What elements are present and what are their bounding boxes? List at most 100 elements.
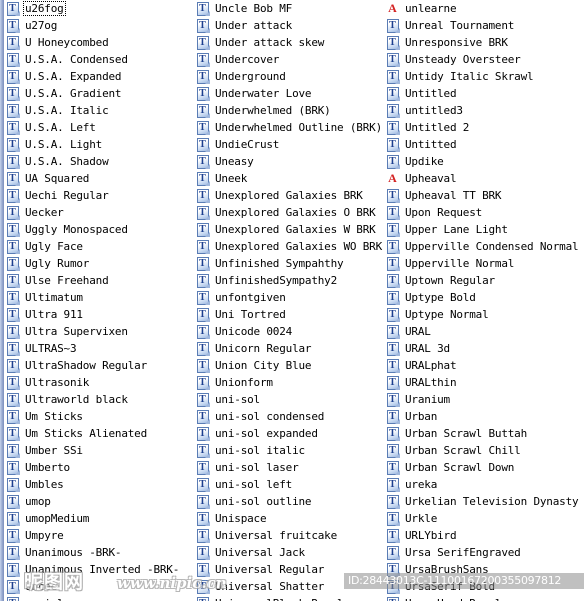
font-list-item[interactable]: T Urban Scrawl Down — [384, 459, 580, 476]
font-list-item[interactable]: T Um Sticks Alienated — [4, 425, 194, 442]
font-list-item[interactable]: Tuni-sol italic — [194, 442, 384, 459]
font-list-item[interactable]: T Umbles — [4, 476, 194, 493]
font-list-item[interactable]: T Uptype Normal — [384, 306, 580, 323]
font-list-item[interactable]: T Urkle — [384, 510, 580, 527]
font-list-item[interactable]: T Uncle Bob MF — [194, 0, 384, 17]
font-list-item[interactable]: T Umber SSi — [4, 442, 194, 459]
font-list-item[interactable]: T Urban Scrawl Chill — [384, 442, 580, 459]
font-list-item[interactable]: Tuni-sol outline — [194, 493, 384, 510]
font-list-item[interactable]: T Urban — [384, 408, 580, 425]
font-list-item[interactable]: T Ugly Rumor — [4, 255, 194, 272]
font-list-item[interactable]: T Unexplored Galaxies W BRK — [194, 221, 384, 238]
font-list-item[interactable]: T Underwater Love — [194, 85, 384, 102]
font-list-item[interactable]: T Uneek — [194, 170, 384, 187]
font-list-item[interactable]: TumopMedium — [4, 510, 194, 527]
font-list-item[interactable]: T URALphat — [384, 357, 580, 374]
font-list-item[interactable]: T Unicode 0024 — [194, 323, 384, 340]
font-list-item[interactable]: T Union City Blue — [194, 357, 384, 374]
font-list-item[interactable]: T Ugly Face — [4, 238, 194, 255]
font-list-item[interactable]: T Under attack — [194, 17, 384, 34]
font-list-item[interactable]: T U.S.A. Italic — [4, 102, 194, 119]
font-list-item[interactable]: T Untitted — [384, 136, 580, 153]
font-list-item[interactable]: T Ultimatum — [4, 289, 194, 306]
font-list-item[interactable]: Tuni-sol laser — [194, 459, 384, 476]
font-list-item[interactable]: T Uni Tortred — [194, 306, 384, 323]
font-list-column-2[interactable]: T Uncle Bob MF T Under attack T Under attack … — [194, 0, 384, 601]
font-list-item[interactable]: T Universal Shatter — [194, 578, 384, 595]
font-list-item[interactable]: T U.S.A. Shadow — [4, 153, 194, 170]
font-list-item[interactable]: T UrsasHand Regular — [384, 595, 580, 601]
font-list-item[interactable]: T URLYbird — [384, 527, 580, 544]
font-list-item[interactable]: T Uptown Regular — [384, 272, 580, 289]
font-list-item[interactable]: Tuni-sol left — [194, 476, 384, 493]
font-list-item[interactable]: T UA Squared — [4, 170, 194, 187]
font-list-item[interactable]: A Upheaval — [384, 170, 580, 187]
font-list-item[interactable]: T Upper Lane Light — [384, 221, 580, 238]
font-list-item[interactable]: T U.S.A. Condensed — [4, 51, 194, 68]
font-list-item[interactable]: T Underwhelmed (BRK) — [194, 102, 384, 119]
font-list-item[interactable]: T Uecker — [4, 204, 194, 221]
font-list-item[interactable]: T Uechi Regular — [4, 187, 194, 204]
font-list-item[interactable]: T URALthin — [384, 374, 580, 391]
font-list-item[interactable]: T Unsteady Oversteer — [384, 51, 580, 68]
font-list-item[interactable]: T U.S.A. Gradient — [4, 85, 194, 102]
font-list-item[interactable]: Tumop — [4, 493, 194, 510]
font-list-item[interactable]: Tu27og — [4, 17, 194, 34]
font-list-item[interactable]: T UnfinishedSympathy2 — [194, 272, 384, 289]
font-list-item[interactable]: T Ultraworld black — [4, 391, 194, 408]
font-list-item[interactable]: T Unexplored Galaxies BRK — [194, 187, 384, 204]
font-list-item[interactable]: T Unexplored Galaxies WO BRK — [194, 238, 384, 255]
font-list-item[interactable]: T Under attack skew — [194, 34, 384, 51]
font-list-item[interactable]: Tuni-sol — [194, 391, 384, 408]
font-list-item[interactable]: T Unreal Tournament — [384, 17, 580, 34]
font-list-item[interactable]: T Ulse Freehand — [4, 272, 194, 289]
font-list-column-1[interactable]: Tu26fog Tu27og T U Honeycombed T U.S.A. Conde… — [4, 0, 194, 601]
font-list-item[interactable]: T Upperville Condensed Normal — [384, 238, 580, 255]
font-list-item[interactable]: T URAL 3d — [384, 340, 580, 357]
font-list-item[interactable]: T Universal fruitcake — [194, 527, 384, 544]
font-list-item[interactable]: Tuncial — [4, 595, 194, 601]
font-list-item[interactable]: T Universal Regular — [194, 561, 384, 578]
font-list-item[interactable]: T Unresponsive BRK — [384, 34, 580, 51]
font-list-item[interactable]: T Ultra 911 — [4, 306, 194, 323]
font-list-item[interactable]: T Undercover — [194, 51, 384, 68]
font-list-item[interactable]: T URAL — [384, 323, 580, 340]
font-list-item[interactable]: T Umpyre — [4, 527, 194, 544]
font-list-item[interactable]: T Unicorn Regular — [194, 340, 384, 357]
font-list-item[interactable]: T Underwhelmed Outline (BRK) — [194, 119, 384, 136]
font-list-item[interactable]: T UndieCrust — [194, 136, 384, 153]
font-list-item[interactable]: T Uggly Monospaced — [4, 221, 194, 238]
font-list-item[interactable]: T Upheaval TT BRK — [384, 187, 580, 204]
font-list-item[interactable]: T Ultrasonik — [4, 374, 194, 391]
font-list-item[interactable]: T Unanimous Inverted -BRK- — [4, 561, 194, 578]
font-list-item[interactable]: T Unanimous -BRK- — [4, 544, 194, 561]
font-list-item[interactable]: T Um Sticks — [4, 408, 194, 425]
font-list-item[interactable]: T U Honeycombed — [4, 34, 194, 51]
font-list-item[interactable]: T Unexplored Galaxies O BRK — [194, 204, 384, 221]
font-list-item[interactable]: T Upperville Normal — [384, 255, 580, 272]
font-list-item[interactable]: T U.S.A. Left — [4, 119, 194, 136]
font-list-item[interactable]: T Uneasy — [194, 153, 384, 170]
font-list-item[interactable]: Tureka — [384, 476, 580, 493]
font-list-item[interactable]: T UrsaBrushSans — [384, 561, 580, 578]
font-list-item[interactable]: Tuni-sol condensed — [194, 408, 384, 425]
font-list-item[interactable]: Tuntitled3 — [384, 102, 580, 119]
font-list-item[interactable]: Tunfontgiven — [194, 289, 384, 306]
font-list-item[interactable]: T Underground — [194, 68, 384, 85]
font-list-item[interactable]: T Untidy Italic Skrawl — [384, 68, 580, 85]
font-list-item[interactable]: T UniversalBlack Regular — [194, 595, 384, 601]
font-list-item[interactable]: Tu26fog — [4, 0, 194, 17]
font-list-item[interactable]: T UltraShadow Regular — [4, 357, 194, 374]
font-list-column-3[interactable]: Aunlearne T Unreal Tournament T Unresponsive… — [384, 0, 580, 601]
font-list-item[interactable]: T Untitled 2 — [384, 119, 580, 136]
font-list-item[interactable]: T Unispace — [194, 510, 384, 527]
font-list-item[interactable]: T Uncee — [4, 578, 194, 595]
font-list-item[interactable]: T Umberto — [4, 459, 194, 476]
font-list-item[interactable]: Tuni-sol expanded — [194, 425, 384, 442]
font-list-item[interactable]: T Untitled — [384, 85, 580, 102]
font-list-item[interactable]: T Ursa SerifEngraved — [384, 544, 580, 561]
font-list-item[interactable]: T Uptype Bold — [384, 289, 580, 306]
font-list-item[interactable]: T Universal Jack — [194, 544, 384, 561]
font-list-item[interactable]: T Uranium — [384, 391, 580, 408]
font-list-item[interactable]: T Updike — [384, 153, 580, 170]
